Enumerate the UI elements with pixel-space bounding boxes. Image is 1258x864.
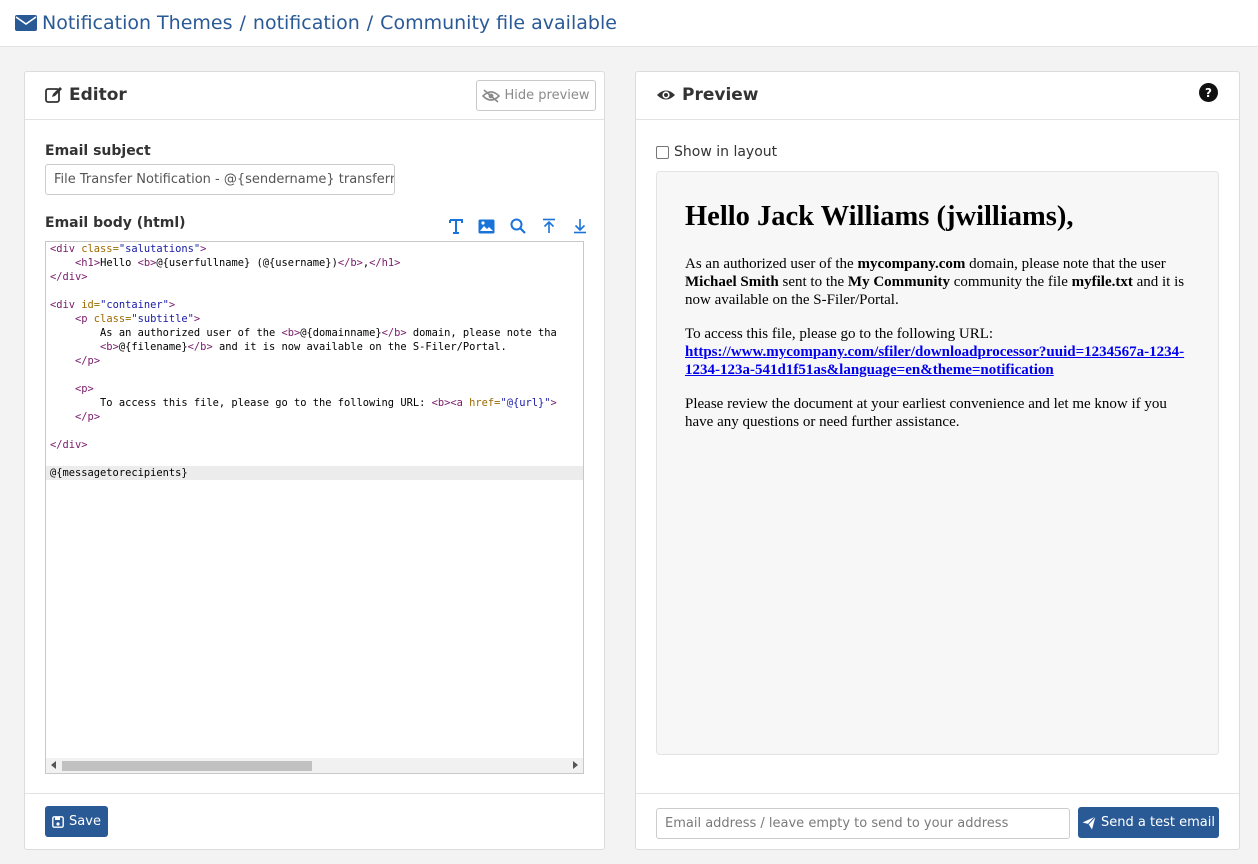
hide-preview-label: Hide preview [504,88,590,103]
eye-icon [657,90,675,100]
send-test-email-button[interactable]: Send a test email [1078,807,1219,838]
editor-card-header: Editor Hide preview [25,72,604,120]
text-segment: sent to the [778,274,848,290]
code-line[interactable] [50,284,583,298]
image-icon [478,219,495,233]
code-line[interactable]: </div> [50,438,583,452]
text-segment: To access this file, please go to the fo… [685,326,994,342]
scroll-thumb[interactable] [62,761,312,771]
envelope-icon [15,15,37,31]
code-line[interactable] [50,452,583,466]
preview-title-label: Preview [682,85,759,105]
download-icon [573,219,586,234]
code-line[interactable]: <div id="container"> [50,298,583,312]
email-subject-label: Email subject [45,143,151,159]
text-format-icon [448,219,463,234]
email-body-label: Email body (html) [45,215,186,231]
code-line[interactable]: <b>@{filename}</b> and it is now availab… [50,340,583,354]
show-in-layout-checkbox[interactable]: Show in layout [656,144,777,160]
text-format-button[interactable] [440,215,471,237]
scroll-left-arrow[interactable] [51,761,56,769]
floppy-disk-icon [52,815,64,828]
search-button[interactable] [502,215,533,237]
code-line[interactable]: To access this file, please go to the fo… [50,396,583,410]
code-line[interactable]: <div class="salutations"> [50,242,583,256]
code-line[interactable] [50,368,583,382]
edit-icon [45,87,62,103]
preview-title: Preview [656,85,759,105]
save-button[interactable]: Save [45,806,108,837]
send-test-email-label: Send a test email [1101,815,1215,830]
download-link[interactable]: https://www.mycompany.com/sfiler/downloa… [685,344,1184,378]
editor-card-footer: Save [25,793,604,849]
text-segment: community the file [949,274,1072,290]
code-lines: <div class="salutations"> <h1>Hello <b>@… [46,242,583,480]
code-line[interactable]: </div> [50,270,583,284]
file-name: myfile.txt [1071,274,1133,290]
domain-name: mycompany.com [857,256,966,272]
email-subject-input[interactable]: File Transfer Notification - @{sendernam… [45,164,395,195]
breadcrumb-separator: / [239,12,246,34]
question-circle-icon[interactable]: ? [1199,83,1218,102]
community-name: My Community [847,274,950,290]
email-paragraph-subtitle: As an authorized user of the mycompany.c… [685,255,1195,309]
download-button[interactable] [564,215,595,237]
eye-slash-icon [482,88,501,103]
preview-card-header: Preview ? [636,72,1239,120]
code-line[interactable]: @{messagetorecipients} [46,466,583,480]
breadcrumb-item-themes[interactable]: Notification Themes [42,12,233,34]
email-preview-frame: Hello Jack Williams (jwilliams), As an a… [656,171,1219,755]
preview-card: Preview ? Show in layout Hello Jack Will… [635,71,1240,850]
code-line[interactable]: <p class="subtitle"> [50,312,583,326]
text-segment: domain, please note that the user [965,256,1166,272]
email-preview-content: Hello Jack Williams (jwilliams), As an a… [685,200,1195,447]
checkbox-box[interactable] [656,145,669,159]
email-paragraph-closing: Please review the document at your earli… [685,396,1167,430]
code-line[interactable]: <h1>Hello <b>@{userfullname} (@{username… [50,256,583,270]
text-segment: As an authorized user of the [685,256,858,272]
breadcrumb: Notification Themes / notification / Com… [15,11,617,35]
code-line[interactable] [50,424,583,438]
editor-card: Editor Hide preview Email subject File T… [24,71,605,850]
code-line[interactable]: </p> [50,354,583,368]
show-in-layout-label: Show in layout [674,144,778,160]
hide-preview-button[interactable]: Hide preview [476,80,596,111]
editor-toolbar [440,215,595,237]
scroll-right-arrow[interactable] [573,761,578,769]
code-line[interactable]: As an authorized user of the <b>@{domain… [50,326,583,340]
code-line[interactable]: <p> [50,382,583,396]
breadcrumb-item-current: Community file available [380,12,617,34]
breadcrumb-item-theme[interactable]: notification [253,12,360,34]
sender-name: Michael Smith [685,274,779,290]
search-icon [510,218,526,234]
breadcrumb-separator: / [366,12,374,34]
horizontal-scrollbar[interactable] [46,758,583,773]
save-label: Save [69,814,101,829]
top-bar: Notification Themes / notification / Com… [0,0,1258,47]
code-line[interactable]: </p> [50,410,583,424]
editor-title-label: Editor [69,85,127,105]
upload-button[interactable] [533,215,564,237]
upload-icon [542,218,555,233]
email-heading: Hello Jack Williams (jwilliams), [685,201,1074,232]
html-code-editor[interactable]: <div class="salutations"> <h1>Hello <b>@… [45,241,584,774]
editor-title: Editor [45,85,127,105]
email-paragraph-url: To access this file, please go to the fo… [685,325,1195,379]
paper-plane-icon [1082,815,1096,829]
test-email-address-input[interactable]: Email address / leave empty to send to y… [656,808,1070,839]
insert-image-button[interactable] [471,215,502,237]
